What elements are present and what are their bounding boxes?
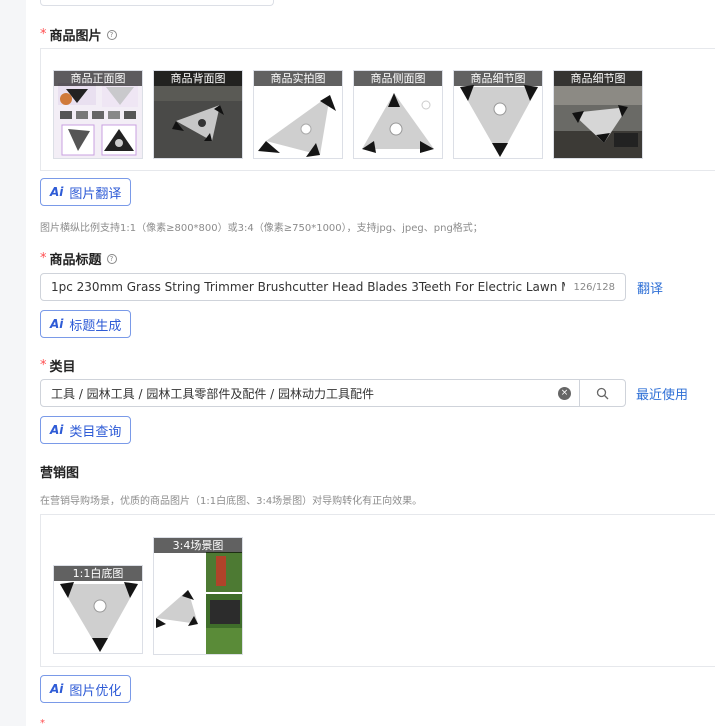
product-image-thumb[interactable]: 商品实拍图 <box>253 70 343 159</box>
ai-icon: Ai <box>50 682 64 696</box>
title-char-counter: 126/128 <box>573 281 615 293</box>
previous-field-input[interactable] <box>40 0 274 6</box>
recent-used-link[interactable]: 最近使用 <box>636 384 688 403</box>
marketing-images-box: 1:1白底图 3:4场景图 <box>40 514 715 667</box>
product-image-thumb[interactable]: 商品背面图 <box>153 70 243 159</box>
product-images-label: * 商品图片 ? <box>40 25 117 44</box>
ai-icon: Ai <box>50 185 64 199</box>
image-translate-button[interactable]: Ai 图片翻译 <box>40 178 132 206</box>
clear-circle-icon[interactable]: × <box>558 386 571 400</box>
product-image-thumb[interactable]: 商品侧面图 <box>353 70 443 159</box>
product-title-label: * 商品标题 ? <box>40 249 117 268</box>
ai-icon: Ai <box>50 317 64 331</box>
marketing-image-scene <box>154 538 242 654</box>
category-input[interactable]: 工具 / 园林工具 / 园林工具零部件及配件 / 园林动力工具配件 × <box>40 379 626 407</box>
product-title-input[interactable]: 1pc 230mm Grass String Trimmer Brushcutt… <box>40 273 626 301</box>
product-image-thumb[interactable]: 商品正面图 <box>53 70 143 159</box>
product-image-thumb[interactable]: 商品细节图 <box>453 70 543 159</box>
category-search-button[interactable] <box>579 380 625 406</box>
marketing-hint: 在营销导购场景，优质的商品图片（1:1白底图、3:4场景图）对导购转化有正向效果… <box>40 496 423 507</box>
product-images-box: 商品正面图 商品背面图 商品实拍图 商品侧面图 商品细节图 商品细节图 <box>40 48 715 171</box>
next-field-required-mark: * <box>40 718 45 726</box>
help-circle-icon[interactable]: ? <box>106 253 117 264</box>
product-image-thumb[interactable]: 商品细节图 <box>553 70 643 159</box>
marketing-label: 营销图 <box>40 466 80 481</box>
help-circle-icon[interactable]: ? <box>106 29 117 40</box>
page: * 商品图片 ? 商品正面图 商品背面图 商品实拍图 商品侧面图 商品细节图 商… <box>0 0 715 726</box>
search-icon <box>596 387 609 399</box>
marketing-image-thumb[interactable]: 1:1白底图 <box>53 565 143 654</box>
ai-icon: Ai <box>50 423 64 437</box>
category-label: * 类目 <box>40 358 76 375</box>
image-ratio-hint: 图片横纵比例支持1:1（像素≥800*800）或3:4（像素≥750*1000）… <box>40 223 483 234</box>
category-query-button[interactable]: Ai 类目查询 <box>40 416 132 444</box>
image-optimize-button[interactable]: Ai 图片优化 <box>40 675 132 703</box>
title-generate-button[interactable]: Ai 标题生成 <box>40 310 132 338</box>
marketing-image-thumb[interactable]: 3:4场景图 <box>153 537 243 655</box>
translate-link[interactable]: 翻译 <box>637 278 663 297</box>
